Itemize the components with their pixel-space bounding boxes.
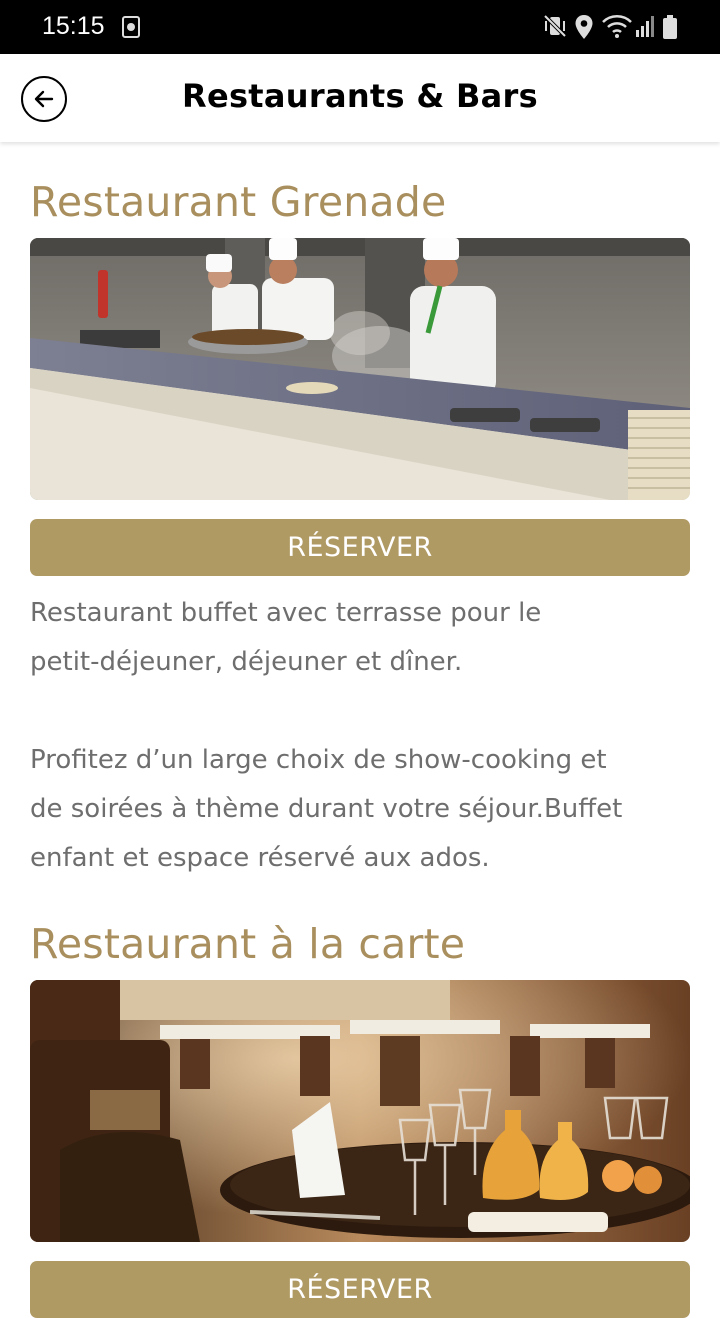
status-time: 15:15 [42,12,105,40]
restaurant-photo-carte [30,980,690,1242]
description-line: de soirées à thème durant votre séjour.B… [30,794,623,824]
location-icon [575,15,593,39]
page-title: Restaurants & Bars [182,77,538,115]
status-bar: 15:15 [0,0,720,54]
restaurant-title: Restaurant Grenade [30,178,447,226]
description-line: Restaurant buffet avec terrasse pour le [30,598,542,628]
reserve-button[interactable]: RÉSERVER [30,1261,690,1318]
dining-room-image [30,980,690,1242]
restaurant-photo-buffet [30,238,690,500]
wifi-icon [602,15,632,38]
screenshot-icon [122,16,140,38]
reserve-button[interactable]: RÉSERVER [30,519,690,576]
buffet-kitchen-image [30,238,690,500]
app-bar: Restaurants & Bars [0,54,720,142]
description-line: enfant et espace réservé aux ados. [30,843,490,873]
signal-icon [636,16,654,37]
restaurant-description: Restaurant buffet avec terrasse pour le … [30,589,690,883]
description-line: Profitez d’un large choix de show-cookin… [30,745,607,775]
description-line: petit-déjeuner, déjeuner et dîner. [30,647,463,677]
restaurant-title: Restaurant à la carte [30,920,466,968]
battery-icon [663,15,677,39]
mute-vibrate-icon [543,14,567,38]
